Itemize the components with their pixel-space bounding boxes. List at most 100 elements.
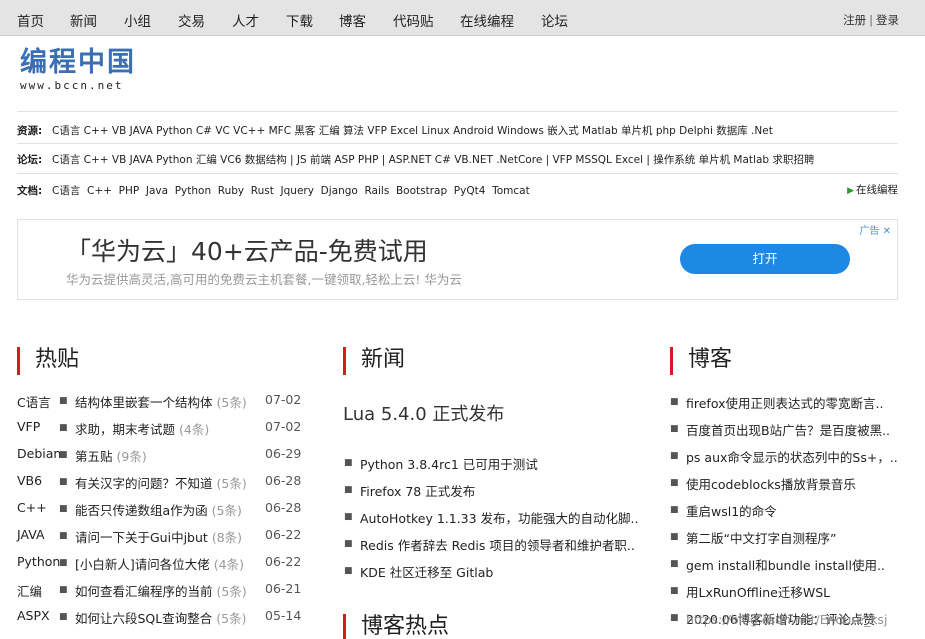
- nav-news[interactable]: 新闻: [70, 10, 97, 30]
- bullet-icon: ■: [670, 559, 679, 569]
- ad-close-icon[interactable]: 广告 ✕: [859, 222, 891, 237]
- nav-trade[interactable]: 交易: [178, 10, 205, 30]
- register-link[interactable]: 注册: [843, 13, 866, 27]
- site-logo[interactable]: 编程中国 www.bccn.net: [20, 47, 136, 93]
- nav-groups[interactable]: 小组: [124, 10, 151, 30]
- divider: [17, 111, 898, 112]
- nav-home[interactable]: 首页: [17, 10, 44, 30]
- bullet-icon: ■: [59, 558, 68, 568]
- post-title[interactable]: [小白新人]请问各位大佬: [75, 557, 210, 572]
- blog-hot-section-title: 博客热点: [343, 614, 449, 639]
- bullet-icon: ■: [344, 566, 353, 576]
- list-item[interactable]: VB6 ■ 有关汉字的问题？不知道 (5条) 06-28: [17, 473, 307, 500]
- nav-online-coding[interactable]: 在线编程: [460, 10, 514, 30]
- blog-title[interactable]: 用LxRunOffline迁移WSL: [686, 582, 830, 601]
- forum-row: 论坛: C语言 C++ VB JAVA Python 汇编 VC6 数据结构 |…: [17, 152, 898, 168]
- post-category[interactable]: VB6: [17, 473, 42, 488]
- list-item[interactable]: 汇编 ■ 如何查看汇编程序的当前 (5条) 06-21: [17, 581, 307, 608]
- list-item[interactable]: C++ ■ 能否只传递数组a作为函 (5条) 06-28: [17, 500, 307, 527]
- list-item[interactable]: ■ AutoHotkey 1.1.33 发布，功能强大的自动化脚..: [344, 508, 639, 535]
- news-title[interactable]: Firefox 78 正式发布: [360, 481, 475, 500]
- news-title[interactable]: KDE 社区迁移至 Gitlab: [360, 562, 493, 581]
- list-item[interactable]: C语言 ■ 结构体里嵌套一个结构体 (5条) 07-02: [17, 392, 307, 419]
- news-title[interactable]: AutoHotkey 1.1.33 发布，功能强大的自动化脚..: [360, 508, 639, 527]
- post-title[interactable]: 第五贴: [75, 449, 113, 464]
- blog-title[interactable]: firefox使用正则表达式的零宽断言..: [686, 393, 883, 412]
- list-item[interactable]: ■ gem install和bundle install使用..: [670, 555, 900, 582]
- play-icon: ▶: [847, 186, 854, 196]
- resources-links[interactable]: C语言 C++ VB JAVA Python C# VC VC++ MFC 黑客…: [52, 123, 773, 138]
- docs-links[interactable]: C语言 C++ PHP Java Python Ruby Rust Jquery…: [52, 183, 530, 198]
- list-item[interactable]: ■ firefox使用正则表达式的零宽断言..: [670, 393, 900, 420]
- nav-download[interactable]: 下载: [286, 10, 313, 30]
- post-category[interactable]: C++: [17, 500, 47, 515]
- post-category[interactable]: VFP: [17, 419, 40, 434]
- post-title[interactable]: 如何查看汇编程序的当前: [75, 584, 213, 599]
- list-item[interactable]: ■ Redis 作者辞去 Redis 项目的领导者和维护者职..: [344, 535, 635, 562]
- post-count: (4条): [179, 422, 210, 437]
- post-date: 06-22: [265, 527, 302, 542]
- ad-banner[interactable]: 「华为云」40+云产品-免费试用 华为云提供高灵活,高可用的免费云主机套餐,一键…: [17, 219, 898, 300]
- post-category[interactable]: 汇编: [17, 581, 42, 600]
- list-item[interactable]: ■ KDE 社区迁移至 Gitlab: [344, 562, 634, 589]
- news-title[interactable]: Python 3.8.4rc1 已可用于测试: [360, 454, 538, 473]
- post-category[interactable]: Python: [17, 554, 60, 569]
- list-item[interactable]: Python ■ [小白新人]请问各位大佬 (4条) 06-22: [17, 554, 307, 581]
- bullet-icon: ■: [344, 485, 353, 495]
- blog-title[interactable]: 百度首页出现B站广告？是百度被黑..: [686, 420, 890, 439]
- blog-title[interactable]: ps aux命令显示的状态列中的Ss+，..: [686, 447, 898, 466]
- post-title[interactable]: 求助，期末考试题: [75, 422, 175, 437]
- nav-forum[interactable]: 论坛: [541, 10, 568, 30]
- post-date: 06-28: [265, 500, 302, 515]
- list-item[interactable]: JAVA ■ 请问一下关于Gui中jbut (8条) 06-22: [17, 527, 307, 554]
- post-title[interactable]: 如何让六段SQL查询整合: [75, 611, 212, 626]
- list-item[interactable]: ■ Python 3.8.4rc1 已可用于测试: [344, 454, 634, 481]
- post-category[interactable]: JAVA: [17, 527, 45, 542]
- news-section-title: 新闻: [343, 347, 405, 375]
- blog-title[interactable]: 重启wsl1的命令: [686, 501, 777, 520]
- online-coding-link[interactable]: ▶ 在线编程: [847, 182, 898, 197]
- list-item[interactable]: ■ ps aux命令显示的状态列中的Ss+，..: [670, 447, 900, 474]
- list-item[interactable]: ■ 第二版“中文打字自测程序”: [670, 528, 900, 555]
- resources-label: 资源:: [17, 125, 43, 137]
- bullet-icon: ■: [670, 586, 679, 596]
- blog-title[interactable]: gem install和bundle install使用..: [686, 555, 885, 574]
- list-item[interactable]: ■ 百度首页出现B站广告？是百度被黑..: [670, 420, 900, 447]
- ad-subtitle: 华为云提供高灵活,高可用的免费云主机套餐,一键领取,轻松上云! 华为云: [66, 272, 462, 287]
- post-category[interactable]: C语言: [17, 392, 51, 411]
- ad-headline: 「华为云」40+云产品-免费试用: [66, 237, 428, 266]
- news-lead-headline[interactable]: Lua 5.4.0 正式发布: [343, 400, 504, 426]
- forum-links[interactable]: C语言 C++ VB JAVA Python 汇编 VC6 数据结构 | JS …: [52, 152, 814, 167]
- list-item[interactable]: Debian ■ 第五贴 (9条) 06-29: [17, 446, 307, 473]
- nav-blog[interactable]: 博客: [339, 10, 366, 30]
- resources-row: 资源: C语言 C++ VB JAVA Python C# VC VC++ MF…: [17, 123, 898, 139]
- list-item[interactable]: ■ 重启wsl1的命令: [670, 501, 900, 528]
- nav-code-paste[interactable]: 代码贴: [393, 10, 434, 30]
- list-item[interactable]: ASPX ■ 如何让六段SQL查询整合 (5条) 05-14: [17, 608, 307, 635]
- news-title[interactable]: Redis 作者辞去 Redis 项目的领导者和维护者职..: [360, 535, 635, 554]
- post-title[interactable]: 结构体里嵌套一个结构体: [75, 395, 213, 410]
- post-category[interactable]: Debian: [17, 446, 61, 461]
- bullet-icon: ■: [59, 531, 68, 541]
- list-item[interactable]: ■ 使用codeblocks播放背景音乐: [670, 474, 900, 501]
- post-date: 05-14: [265, 608, 302, 623]
- bullet-icon: ■: [670, 613, 679, 623]
- nav-talent[interactable]: 人才: [232, 10, 259, 30]
- top-nav: 首页 新闻 小组 交易 人才 下载 博客 代码贴 在线编程 论坛 注册 | 登录: [0, 0, 925, 36]
- blog-title[interactable]: 使用codeblocks播放背景音乐: [686, 474, 856, 493]
- post-title[interactable]: 能否只传递数组a作为函: [75, 503, 208, 518]
- list-item[interactable]: ■ Firefox 78 正式发布: [344, 481, 634, 508]
- list-item[interactable]: ■ 用LxRunOffline迁移WSL: [670, 582, 900, 609]
- post-category[interactable]: ASPX: [17, 608, 50, 623]
- logo-name: 编程中国: [20, 47, 136, 78]
- post-title[interactable]: 有关汉字的问题？不知道: [75, 476, 213, 491]
- bullet-icon: ■: [59, 585, 68, 595]
- blog-title[interactable]: 第二版“中文打字自测程序”: [686, 528, 836, 547]
- bullet-icon: ■: [670, 505, 679, 515]
- docs-label: 文档:: [17, 185, 43, 197]
- login-link[interactable]: 登录: [876, 13, 899, 27]
- post-title[interactable]: 请问一下关于Gui中jbut: [75, 530, 208, 545]
- list-item[interactable]: VFP ■ 求助，期末考试题 (4条) 07-02: [17, 419, 307, 446]
- ad-open-button[interactable]: 打开: [680, 244, 850, 274]
- post-count: (5条): [216, 476, 247, 491]
